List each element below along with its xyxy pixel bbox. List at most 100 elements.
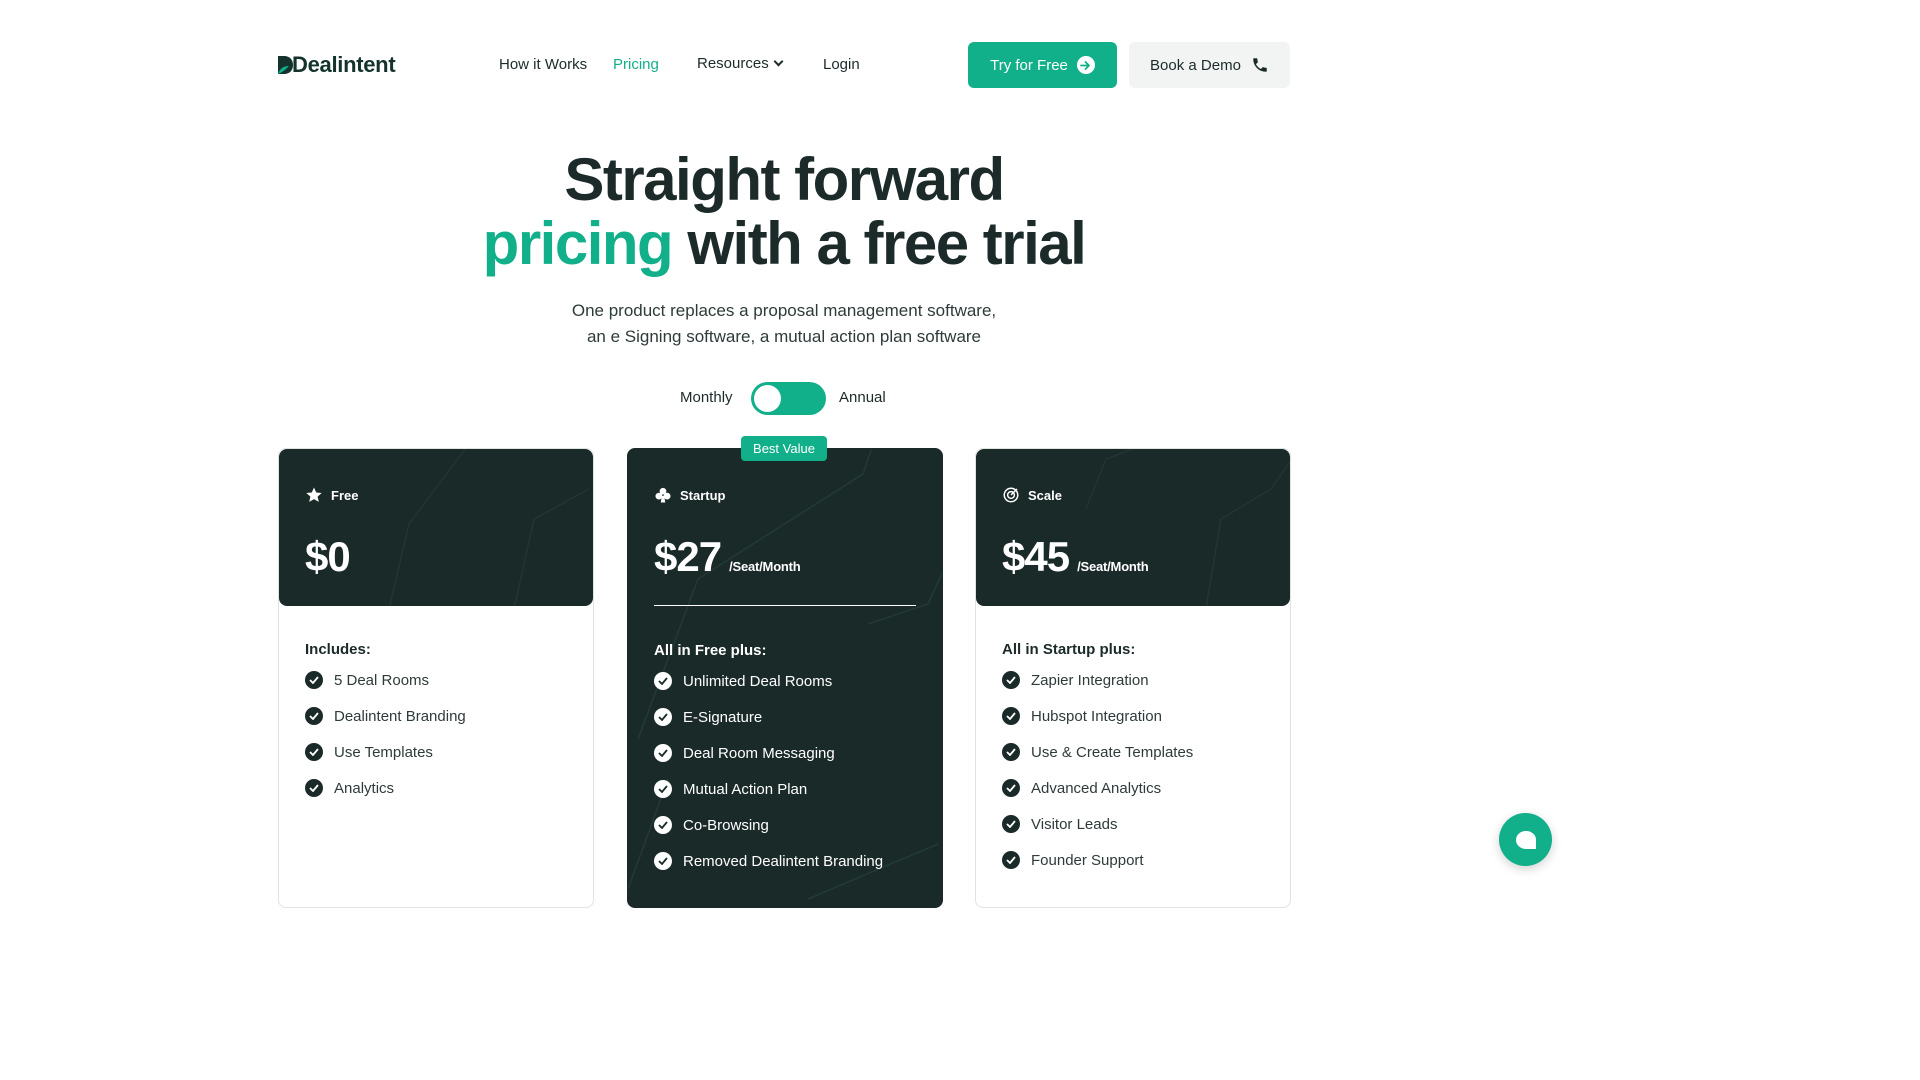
feature-label: Deal Room Messaging: [683, 744, 835, 762]
arrow-right-icon: [1076, 56, 1095, 74]
includes-title: All in Free plus:: [654, 642, 767, 659]
feature-item: Zapier Integration: [1002, 671, 1149, 689]
feature-label: Use Templates: [334, 743, 433, 761]
title-line-1: Straight forward: [564, 146, 1005, 213]
try-for-free-button[interactable]: Try for Free: [968, 42, 1117, 88]
plan-name: Scale: [1002, 486, 1062, 504]
check-icon: [305, 707, 323, 725]
feature-label: Dealintent Branding: [334, 707, 466, 725]
feature-item: Visitor Leads: [1002, 815, 1117, 833]
check-icon: [654, 780, 672, 798]
chevron-down-icon: [773, 56, 784, 67]
background-pattern: [388, 449, 590, 606]
title-rest: with a free trial: [672, 210, 1086, 277]
target-icon: [1003, 487, 1019, 503]
check-icon: [654, 816, 672, 834]
feature-item: Co-Browsing: [654, 816, 769, 834]
annual-label[interactable]: Annual: [839, 389, 886, 406]
check-icon: [305, 671, 323, 689]
subtitle-line-1: One product replaces a proposal manageme…: [571, 301, 997, 320]
feature-item: 5 Deal Rooms: [305, 671, 429, 689]
includes-title: Includes:: [305, 641, 371, 658]
nav-resources-label: Resources: [697, 55, 769, 72]
check-icon: [305, 743, 323, 761]
main-nav: How it Works Pricing Resources Login: [0, 55, 1568, 76]
plan-header: Scale $45/Seat/Month: [976, 449, 1290, 606]
nav-resources[interactable]: Resources: [697, 55, 784, 72]
includes-title: All in Startup plus:: [1002, 641, 1136, 658]
check-icon: [1002, 779, 1020, 797]
plan-card-startup: Startup $27/Seat/Month All in Free plus:…: [627, 448, 943, 908]
feature-label: Removed Dealintent Branding: [683, 852, 884, 870]
check-icon: [1002, 671, 1020, 689]
plan-price: $27/Seat/Month: [654, 533, 801, 581]
feature-label: Visitor Leads: [1031, 815, 1118, 833]
plan-name-label: Free: [331, 487, 359, 503]
page-title: Straight forward pricing with a free tri…: [0, 148, 1568, 276]
plan-price: $45/Seat/Month: [1002, 533, 1149, 581]
book-a-demo-button[interactable]: Book a Demo: [1129, 42, 1290, 88]
plan-name: Free: [305, 486, 358, 504]
star-icon: [306, 487, 322, 502]
plan-header: Startup $27/Seat/Month: [628, 449, 942, 606]
page-subtitle: One product replaces a proposal manageme…: [0, 298, 1568, 350]
billing-period-switch: Monthly Annual: [0, 382, 1568, 415]
plan-name-label: Startup: [680, 487, 726, 503]
check-icon: [654, 672, 672, 690]
subtitle-line-2: an e Signing software, a mutual action p…: [586, 327, 982, 346]
price-amount: $27: [654, 533, 722, 580]
check-icon: [654, 708, 672, 726]
check-icon: [1002, 707, 1020, 725]
feature-label: Unlimited Deal Rooms: [683, 672, 833, 690]
feature-label: Advanced Analytics: [1031, 779, 1162, 797]
feature-label: Zapier Integration: [1031, 671, 1149, 689]
price-amount: $45: [1002, 533, 1070, 580]
feature-item: Founder Support: [1002, 851, 1144, 869]
check-icon: [654, 744, 672, 762]
best-value-badge: Best Value: [741, 436, 827, 461]
plan-price: $0: [305, 533, 351, 581]
feature-label: Founder Support: [1031, 851, 1144, 869]
plan-header: Free $0: [279, 449, 593, 606]
nav-how-it-works[interactable]: How it Works: [499, 56, 587, 73]
price-period: /Seat/Month: [1077, 559, 1149, 574]
book-a-demo-label: Book a Demo: [1150, 56, 1241, 74]
feature-label: Co-Browsing: [683, 816, 769, 834]
price-period: /Seat/Month: [729, 559, 801, 574]
plan-name-label: Scale: [1028, 487, 1062, 503]
title-accent: pricing: [482, 210, 674, 277]
billing-toggle[interactable]: [751, 382, 826, 415]
feature-item: Advanced Analytics: [1002, 779, 1161, 797]
nav-pricing[interactable]: Pricing: [613, 56, 659, 73]
feature-item: Dealintent Branding: [305, 707, 466, 725]
feature-label: Hubspot Integration: [1031, 707, 1162, 725]
plan-card-free: Free $0 Includes: 5 Deal Rooms Dealinten…: [278, 448, 594, 908]
toggle-knob: [754, 385, 781, 412]
feature-item: Analytics: [305, 779, 394, 797]
feature-item: E-Signature: [654, 708, 762, 726]
title-line-2: pricing with a free trial: [0, 212, 1568, 276]
price-amount: $0: [305, 533, 351, 580]
chat-bubble-icon: [1515, 830, 1536, 849]
plan-name: Startup: [654, 486, 726, 504]
check-icon: [305, 779, 323, 797]
feature-item: Hubspot Integration: [1002, 707, 1162, 725]
feature-item: Use Templates: [305, 743, 433, 761]
club-icon: [655, 487, 671, 503]
feature-item: Unlimited Deal Rooms: [654, 672, 832, 690]
monthly-label[interactable]: Monthly: [680, 389, 733, 406]
feature-label: E-Signature: [683, 708, 763, 726]
check-icon: [654, 852, 672, 870]
plan-card-scale: Scale $45/Seat/Month All in Startup plus…: [975, 448, 1291, 908]
chat-launcher-button[interactable]: [1499, 813, 1552, 866]
divider: [654, 605, 916, 606]
check-icon: [1002, 743, 1020, 761]
background-pattern: [1085, 449, 1290, 606]
try-for-free-label: Try for Free: [990, 56, 1068, 74]
feature-label: Use & Create Templates: [1031, 743, 1194, 761]
feature-item: Deal Room Messaging: [654, 744, 835, 762]
feature-label: Mutual Action Plan: [683, 780, 808, 798]
nav-login[interactable]: Login: [823, 56, 860, 73]
phone-icon: [1253, 58, 1267, 72]
check-icon: [1002, 851, 1020, 869]
